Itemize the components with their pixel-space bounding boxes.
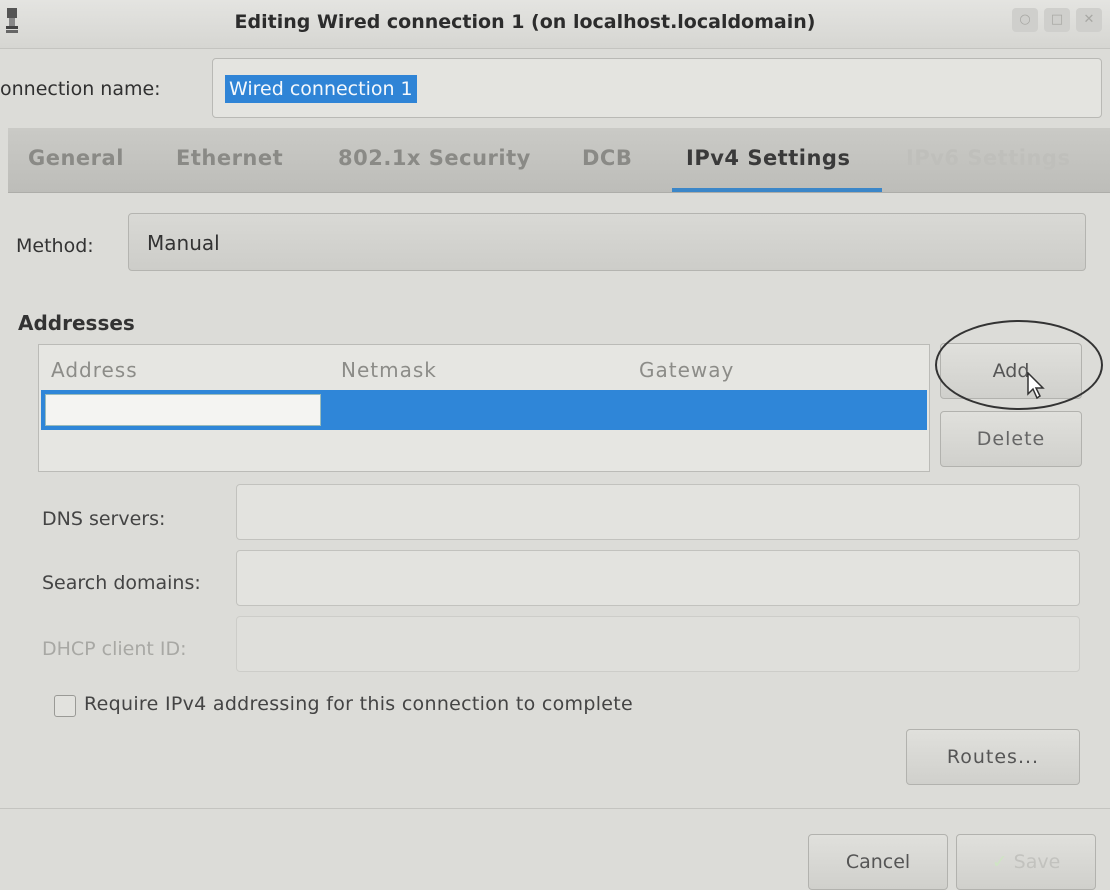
mouse-cursor-icon bbox=[1027, 372, 1045, 400]
window-controls: ○ □ ✕ bbox=[1012, 8, 1102, 32]
title-bar: Editing Wired connection 1 (on localhost… bbox=[0, 0, 1110, 49]
tab-general[interactable]: General bbox=[28, 146, 124, 170]
connection-name-value: Wired connection 1 bbox=[225, 75, 417, 103]
column-header-netmask[interactable]: Netmask bbox=[341, 358, 437, 382]
add-address-button[interactable]: Add bbox=[940, 343, 1082, 399]
connection-name-label: onnection name: bbox=[0, 78, 161, 100]
search-domains-input[interactable] bbox=[236, 550, 1080, 606]
connection-name-row: onnection name: Wired connection 1 bbox=[0, 58, 1110, 122]
save-button: ✓ Save bbox=[956, 834, 1096, 890]
search-domains-label: Search domains: bbox=[42, 572, 201, 594]
tab-ipv4-settings[interactable]: IPv4 Settings bbox=[686, 146, 850, 170]
method-value: Manual bbox=[147, 231, 220, 255]
method-label: Method: bbox=[16, 235, 94, 257]
cancel-button[interactable]: Cancel bbox=[808, 834, 948, 890]
address-cell-input[interactable] bbox=[45, 394, 321, 426]
table-row[interactable] bbox=[41, 390, 927, 430]
delete-address-button[interactable]: Delete bbox=[940, 411, 1082, 467]
connection-name-input[interactable]: Wired connection 1 bbox=[212, 58, 1102, 118]
tab-bar: General Ethernet 802.1x Security DCB IPv… bbox=[8, 128, 1110, 193]
require-ipv4-label[interactable]: Require IPv4 addressing for this connect… bbox=[84, 693, 633, 715]
column-header-gateway[interactable]: Gateway bbox=[639, 358, 734, 382]
addresses-heading: Addresses bbox=[18, 311, 135, 335]
addresses-table: Address Netmask Gateway bbox=[38, 344, 930, 472]
addresses-table-header: Address Netmask Gateway bbox=[39, 345, 929, 389]
tab-ipv6-settings: IPv6 Settings bbox=[906, 146, 1071, 170]
method-select[interactable]: Manual bbox=[128, 213, 1086, 271]
minimize-icon[interactable]: ○ bbox=[1012, 8, 1038, 32]
column-header-address[interactable]: Address bbox=[51, 358, 138, 382]
tab-802-1x-security[interactable]: 802.1x Security bbox=[338, 146, 531, 170]
tab-ethernet[interactable]: Ethernet bbox=[176, 146, 283, 170]
routes-button[interactable]: Routes... bbox=[906, 729, 1080, 785]
tab-dcb[interactable]: DCB bbox=[582, 146, 632, 170]
require-ipv4-checkbox[interactable] bbox=[54, 695, 76, 717]
maximize-icon[interactable]: □ bbox=[1044, 8, 1070, 32]
window-title: Editing Wired connection 1 (on localhost… bbox=[234, 11, 816, 33]
dhcp-client-id-label: DHCP client ID: bbox=[42, 638, 187, 660]
dns-servers-label: DNS servers: bbox=[42, 508, 166, 530]
dns-servers-input[interactable] bbox=[236, 484, 1080, 540]
close-icon[interactable]: ✕ bbox=[1076, 8, 1102, 32]
save-button-label: Save bbox=[1013, 851, 1061, 873]
save-check-icon: ✓ bbox=[991, 851, 1008, 873]
dhcp-client-id-input bbox=[236, 616, 1080, 672]
active-tab-indicator bbox=[672, 188, 882, 192]
footer-divider bbox=[0, 808, 1110, 809]
